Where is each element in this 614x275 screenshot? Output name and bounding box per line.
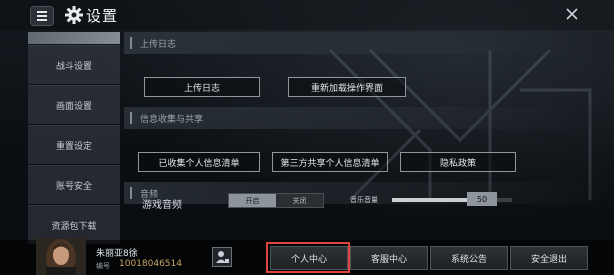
section-title: 上传日志 xyxy=(140,40,177,50)
customer-service-button[interactable]: 客服中心 xyxy=(350,246,428,270)
close-icon[interactable] xyxy=(564,6,580,22)
reload-ui-button[interactable]: 重新加载操作界面 xyxy=(288,77,406,97)
player-id-label: 编号 xyxy=(96,262,110,270)
music-volume-label: 音乐音量 xyxy=(350,196,378,204)
system-announcement-button[interactable]: 系统公告 xyxy=(430,246,508,270)
person-copy-icon xyxy=(216,251,229,263)
page-title: 设置 xyxy=(86,7,119,25)
upload-log-button[interactable]: 上传日志 xyxy=(144,77,260,97)
menu-icon xyxy=(37,10,47,22)
player-id-value: 10018046514 xyxy=(119,259,182,269)
sidebar-item-graphics-settings[interactable]: 画面设置 xyxy=(28,85,120,124)
collected-info-list-button[interactable]: 已收集个人信息清单 xyxy=(138,152,260,172)
game-audio-label: 游戏音频 xyxy=(142,200,182,211)
highlight-box xyxy=(266,242,350,273)
copy-id-button[interactable] xyxy=(212,247,232,267)
sidebar: 战斗设置 画面设置 重置设定 账号安全 资源包下载 xyxy=(28,32,120,244)
section-header-privacy: 信息收集与共享 xyxy=(124,107,604,129)
third-party-sharing-list-button[interactable]: 第三方共享个人信息清单 xyxy=(272,152,388,172)
section-title: 信息收集与共享 xyxy=(140,115,204,125)
player-name: 朱丽亚8徐 xyxy=(96,249,138,259)
game-audio-toggle[interactable]: 开启 关闭 xyxy=(228,193,324,208)
gear-icon xyxy=(65,6,83,24)
section-header-upload-log: 上传日志 xyxy=(124,32,604,54)
player-avatar[interactable] xyxy=(36,238,86,275)
settings-content: 上传日志 上传日志 重新加载操作界面 信息收集与共享 已收集个人信息清单 第三方… xyxy=(124,32,604,242)
sidebar-active-indicator xyxy=(28,32,120,44)
toggle-off-option[interactable]: 关闭 xyxy=(276,194,323,207)
privacy-policy-button[interactable]: 隐私政策 xyxy=(400,152,516,172)
sidebar-item-reset-settings[interactable]: 重置设定 xyxy=(28,125,120,164)
menu-button[interactable] xyxy=(30,6,54,26)
slider-thumb[interactable]: 50 xyxy=(467,192,497,206)
toggle-on-option[interactable]: 开启 xyxy=(229,194,276,207)
safe-exit-button[interactable]: 安全退出 xyxy=(510,246,588,270)
music-volume-slider[interactable]: 50 xyxy=(392,192,512,206)
sidebar-item-battle-settings[interactable]: 战斗设置 xyxy=(28,45,120,84)
sidebar-item-account-security[interactable]: 账号安全 xyxy=(28,165,120,204)
